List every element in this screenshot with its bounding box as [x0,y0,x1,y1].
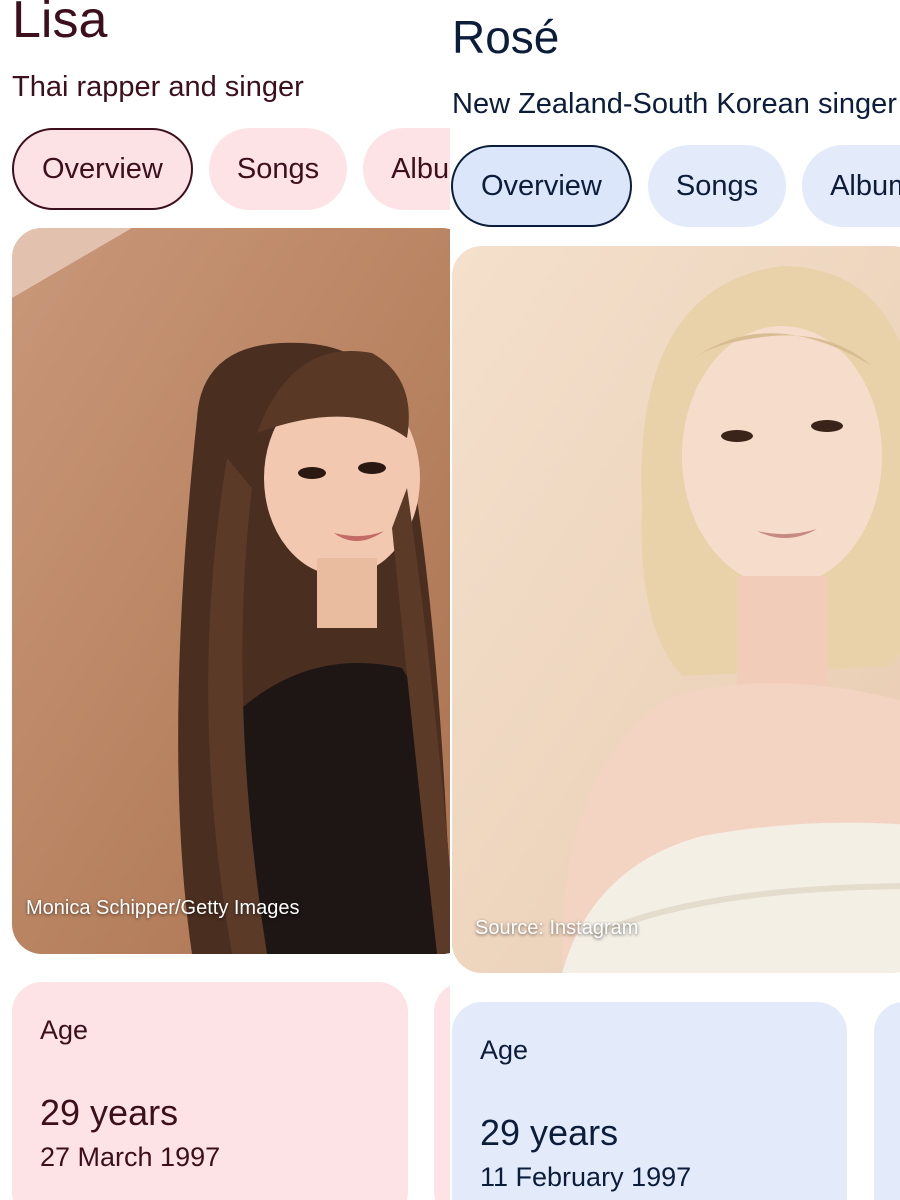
page-title: Lisa [12,0,108,49]
page-subtitle: Thai rapper and singer [12,71,304,103]
image-credit: Monica Schipper/Getty Images [26,897,300,919]
tab-overview[interactable]: Overview [12,128,193,210]
rose-knowledge-panel: Rosé New Zealand-South Korean singer Ove… [450,0,900,1200]
profile-photo[interactable] [452,246,900,973]
birth-date: 27 March 1997 [40,1142,221,1172]
image-credit: Source: Instagram [475,917,639,939]
tab-albums[interactable]: Albums [363,128,450,210]
tab-bar: Overview Songs Albums [12,128,450,210]
lisa-knowledge-panel: Lisa Thai rapper and singer Overview Son… [0,0,450,1200]
tab-songs[interactable]: Songs [647,145,787,227]
page-subtitle: New Zealand-South Korean singer [452,88,897,120]
photo-illustration [12,228,450,954]
age-label: Age [480,1035,529,1065]
tab-albums[interactable]: Albums [802,145,900,227]
age-card[interactable]: Age 29 years 11 February 1997 [452,1002,847,1200]
age-value: 29 years [480,1112,619,1153]
photo-illustration [452,246,900,973]
profile-photo[interactable] [12,228,450,954]
age-value: 29 years [40,1092,179,1133]
next-card[interactable] [434,982,450,1200]
tab-overview[interactable]: Overview [451,145,632,227]
birth-date: 11 February 1997 [480,1162,692,1192]
age-label: Age [40,1015,89,1045]
tab-bar: Overview Songs Albums [451,145,900,227]
tab-songs[interactable]: Songs [208,128,348,210]
page-title: Rosé [452,11,560,63]
age-card[interactable]: Age 29 years 27 March 1997 [12,982,408,1200]
next-card[interactable] [874,1002,900,1200]
